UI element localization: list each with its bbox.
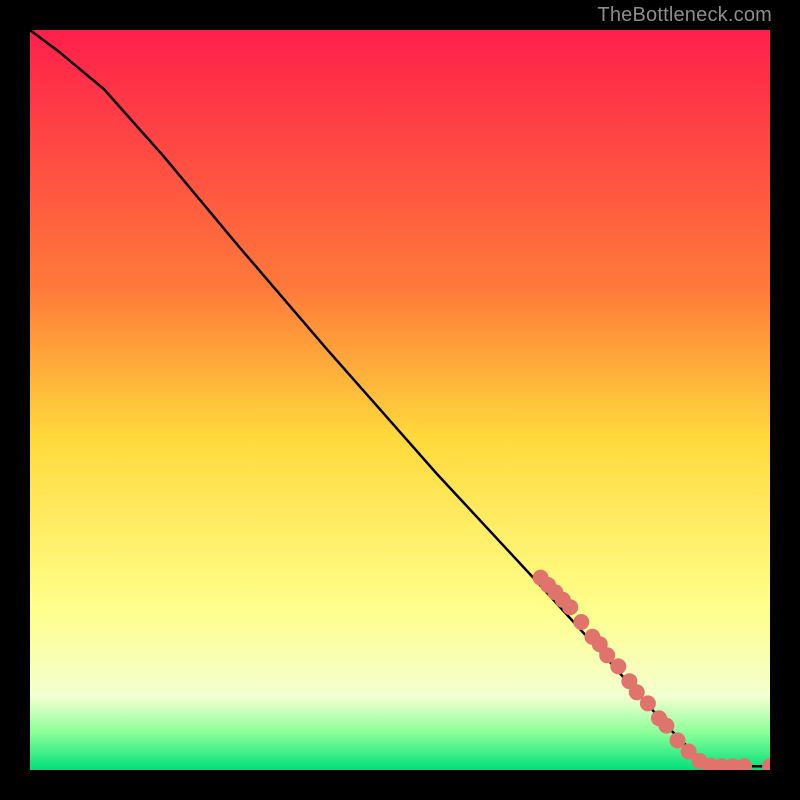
chart-marker — [610, 658, 626, 674]
attribution-text: TheBottleneck.com — [597, 4, 772, 27]
chart-svg — [30, 30, 770, 770]
chart-marker — [658, 718, 674, 734]
chart-marker — [562, 599, 578, 615]
chart-background — [30, 30, 770, 770]
chart-marker — [573, 614, 589, 630]
chart-plot-area — [30, 30, 770, 770]
chart-marker — [640, 695, 656, 711]
